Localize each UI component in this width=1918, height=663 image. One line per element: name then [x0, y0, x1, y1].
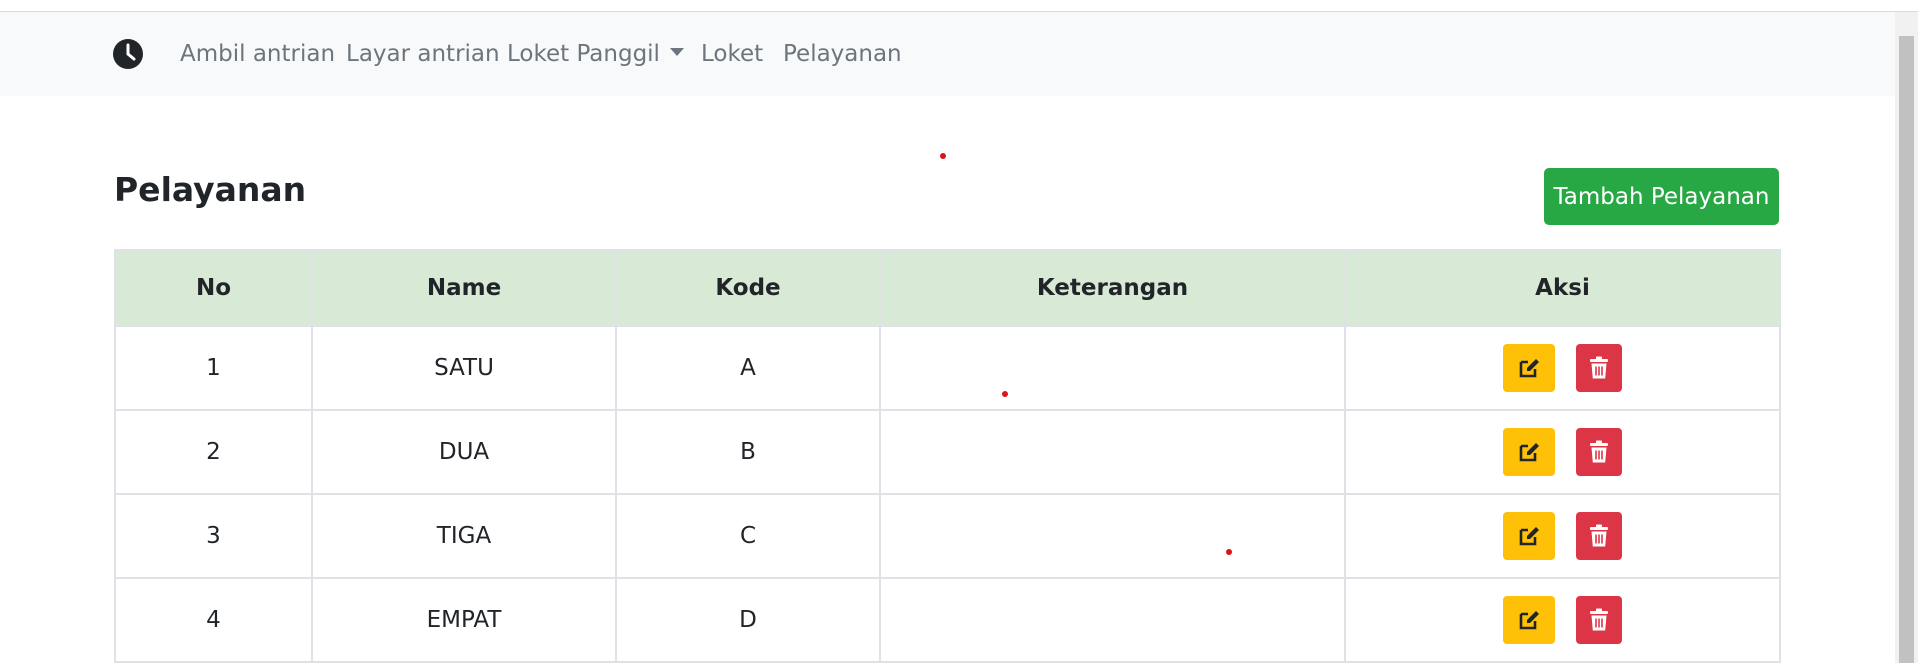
column-header-no: No [114, 249, 313, 327]
cell-name: EMPAT [311, 577, 617, 663]
cell-kode: C [615, 493, 881, 579]
nav-link-ambil-antrian[interactable]: Ambil antrian [180, 40, 335, 68]
trash-icon [1590, 608, 1608, 631]
trash-icon [1590, 524, 1608, 547]
edit-icon [1519, 443, 1539, 462]
cell-no: 2 [114, 409, 313, 495]
page-title: Pelayanan [114, 170, 307, 209]
red-dot-marker [1002, 391, 1008, 397]
clock-icon[interactable] [112, 38, 144, 70]
scrollbar-thumb[interactable] [1899, 36, 1914, 663]
table-row: 1 SATU A [114, 325, 1781, 411]
vertical-scrollbar[interactable] [1895, 12, 1918, 663]
cell-actions [1344, 493, 1781, 579]
caret-down-icon [669, 48, 684, 56]
cell-kode: D [615, 577, 881, 663]
column-header-kode: Kode [615, 249, 881, 327]
nav-link-loket[interactable]: Loket [701, 40, 763, 68]
red-dot-marker [940, 153, 946, 159]
cell-name: SATU [311, 325, 617, 411]
cell-name: DUA [311, 409, 617, 495]
edit-button[interactable] [1503, 596, 1555, 644]
delete-button[interactable] [1576, 512, 1622, 560]
edit-button[interactable] [1503, 512, 1555, 560]
cell-keterangan [879, 577, 1346, 663]
edit-icon [1519, 611, 1539, 630]
edit-button[interactable] [1503, 428, 1555, 476]
cell-keterangan [879, 493, 1346, 579]
edit-icon [1519, 359, 1539, 378]
cell-kode: A [615, 325, 881, 411]
table-header-row: No Name Kode Keterangan Aksi [114, 249, 1781, 327]
table-row: 4 EMPAT D [114, 577, 1781, 663]
delete-button[interactable] [1576, 428, 1622, 476]
trash-icon [1590, 440, 1608, 463]
service-table: No Name Kode Keterangan Aksi 1 SATU A 2 … [114, 249, 1781, 663]
table-row: 2 DUA B [114, 409, 1781, 495]
column-header-aksi: Aksi [1344, 249, 1781, 327]
nav-link-pelayanan[interactable]: Pelayanan [783, 40, 902, 68]
nav-link-layar-antrian[interactable]: Layar antrian [346, 40, 500, 68]
cell-actions [1344, 409, 1781, 495]
cell-actions [1344, 577, 1781, 663]
cell-actions [1344, 325, 1781, 411]
cell-kode: B [615, 409, 881, 495]
delete-button[interactable] [1576, 596, 1622, 644]
browser-top-edge [0, 0, 1918, 12]
cell-no: 1 [114, 325, 313, 411]
cell-keterangan [879, 409, 1346, 495]
delete-button[interactable] [1576, 344, 1622, 392]
edit-icon [1519, 527, 1539, 546]
navbar: Ambil antrian Layar antrian Loket Panggi… [0, 12, 1895, 96]
cell-keterangan [879, 325, 1346, 411]
column-header-name: Name [311, 249, 617, 327]
nav-dropdown-loket-panggil[interactable]: Loket Panggil [507, 40, 684, 68]
table-row: 3 TIGA C [114, 493, 1781, 579]
trash-icon [1590, 356, 1608, 379]
cell-no: 3 [114, 493, 313, 579]
add-service-button[interactable]: Tambah Pelayanan [1544, 168, 1779, 225]
edit-button[interactable] [1503, 344, 1555, 392]
red-dot-marker [1226, 549, 1232, 555]
cell-no: 4 [114, 577, 313, 663]
nav-dropdown-label: Loket Panggil [507, 41, 660, 67]
cell-name: TIGA [311, 493, 617, 579]
column-header-keterangan: Keterangan [879, 249, 1346, 327]
